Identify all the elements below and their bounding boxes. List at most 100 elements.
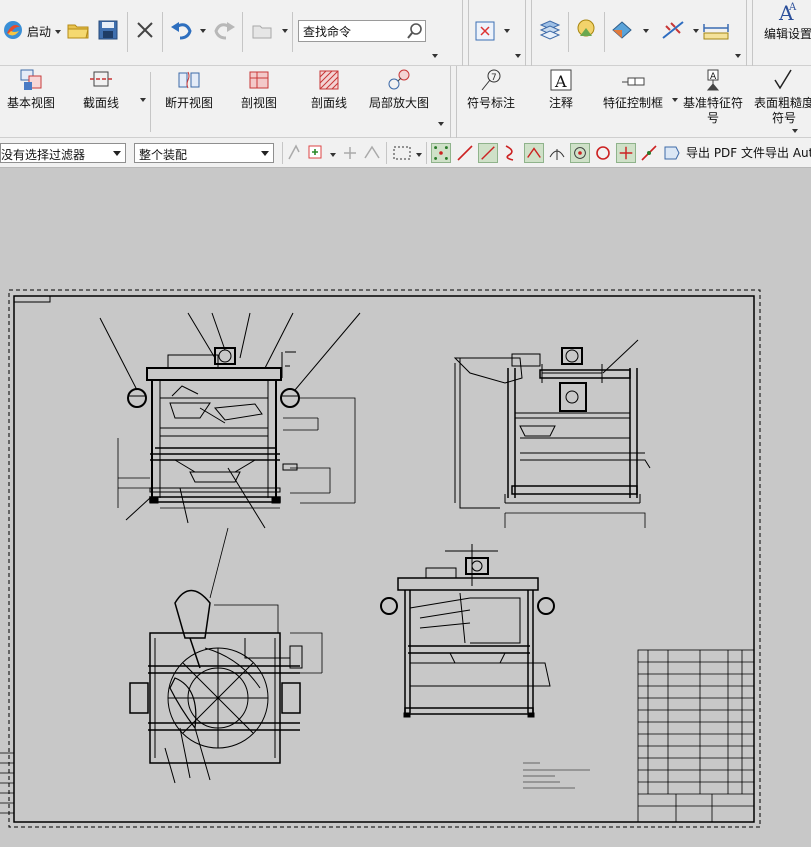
selection-dropdown-icon[interactable]: [330, 153, 336, 157]
section-line-icon: [90, 71, 112, 87]
add-selection-icon[interactable]: [306, 143, 326, 163]
title-block: [637, 649, 755, 823]
start-label: 启动: [27, 25, 52, 39]
undo-dropdown-icon[interactable]: [200, 29, 206, 33]
detail-view-button[interactable]: 局部放大图: [366, 68, 432, 111]
assembly-filter-select[interactable]: 整个装配: [134, 143, 274, 163]
export-pdf-icon[interactable]: [662, 143, 682, 163]
sheet-border: [13, 295, 755, 823]
symbol-annotation-button[interactable]: 7 符号标注: [460, 68, 522, 111]
snap-dropdown-icon[interactable]: [693, 29, 699, 33]
section-line-button[interactable]: 截面线: [70, 68, 132, 111]
front-view: [99, 312, 361, 529]
redo-icon[interactable]: [212, 19, 236, 41]
view-dropdown-icon[interactable]: [504, 29, 510, 33]
export-pdf-label[interactable]: 导出 PDF 文件: [686, 144, 765, 161]
base-view-icon: [20, 69, 42, 90]
note-button[interactable]: A 注释: [532, 68, 590, 111]
surface-roughness-label: 表面粗糙度符号: [753, 96, 811, 125]
render-style-icon[interactable]: [610, 19, 634, 41]
point-on-curve-icon[interactable]: [616, 143, 636, 163]
view-group-dropdown-icon[interactable]: [515, 54, 521, 58]
drawing-canvas[interactable]: [0, 168, 811, 847]
arc-center-icon[interactable]: [547, 143, 567, 163]
datum-feature-button[interactable]: A 基准特征符号: [682, 68, 744, 126]
measure-ruler-icon[interactable]: [702, 20, 730, 42]
close-icon[interactable]: [135, 20, 155, 40]
render-dropdown-icon[interactable]: [643, 29, 649, 33]
base-view-button[interactable]: 基本视图: [0, 68, 62, 111]
tangent-icon[interactable]: [639, 143, 659, 163]
left-index-marks: [0, 752, 14, 814]
recent-files-icon[interactable]: [250, 19, 274, 41]
views-group-dropdown-icon[interactable]: [438, 122, 444, 126]
deselect-icon[interactable]: [340, 143, 360, 163]
note-label: 注释: [548, 96, 573, 110]
hatch-label: 剖面线: [310, 96, 347, 110]
hatch-icon: [319, 70, 339, 90]
open-folder-icon[interactable]: [66, 19, 90, 41]
back-view: [380, 544, 555, 718]
intersection-icon[interactable]: [524, 143, 544, 163]
snap-point-icon[interactable]: [431, 143, 451, 163]
hatch-button[interactable]: 剖面线: [298, 68, 360, 111]
rectangle-select-icon[interactable]: [392, 143, 412, 163]
assembly-filter-value: 整个装配: [139, 148, 188, 162]
start-menu-button[interactable]: 启动: [0, 18, 62, 44]
save-icon[interactable]: [97, 19, 119, 41]
endpoint-icon[interactable]: [455, 143, 475, 163]
section-line-label: 截面线: [82, 96, 119, 110]
search-icon[interactable]: [406, 22, 424, 40]
svg-text:7: 7: [491, 73, 497, 83]
chevron-down-icon: [261, 151, 269, 156]
svg-text:A: A: [788, 2, 797, 13]
recent-dropdown-icon[interactable]: [282, 29, 288, 33]
type-filter-value: 没有选择过滤器: [1, 148, 86, 162]
type-filter-select[interactable]: 没有选择过滤器: [0, 143, 126, 163]
side-view: [453, 339, 651, 528]
start-icon: [4, 21, 22, 39]
top-view: [129, 527, 323, 784]
display-settings-icon[interactable]: [574, 18, 598, 42]
section-dropdown-icon[interactable]: [140, 98, 146, 102]
select-all-icon[interactable]: [362, 143, 382, 163]
section-view-button[interactable]: 剖视图: [228, 68, 290, 111]
note-text-icon: A: [550, 69, 572, 91]
midpoint-icon[interactable]: [478, 143, 498, 163]
sheet-dashed-boundary: [8, 289, 761, 828]
detail-view-icon: [388, 69, 410, 90]
surface-finish-icon: [774, 69, 792, 90]
datum-icon: A: [706, 69, 720, 91]
fit-view-icon[interactable]: [474, 20, 496, 42]
control-point-icon[interactable]: [501, 143, 521, 163]
undo-icon[interactable]: [170, 19, 194, 41]
edit-settings-button[interactable]: A A 编辑设置: [758, 0, 811, 42]
layer-settings-icon[interactable]: [539, 19, 561, 41]
measure-dropdown-icon[interactable]: [735, 54, 741, 58]
surface-roughness-button[interactable]: 表面粗糙度符号: [752, 68, 811, 126]
drawing-sheet[interactable]: [0, 168, 811, 847]
export-auto-label[interactable]: 导出 Auto: [765, 144, 811, 161]
select-mode-dropdown-icon[interactable]: [416, 153, 422, 157]
balloon-icon: 7: [481, 69, 501, 91]
symbol-annotation-label: 符号标注: [466, 96, 515, 110]
base-view-label: 基本视图: [6, 96, 55, 110]
feature-frame-icon: [622, 77, 645, 86]
search-dropdown-icon[interactable]: [432, 54, 438, 58]
chevron-down-icon: [55, 30, 61, 34]
quadrant-point-icon[interactable]: [593, 143, 613, 163]
snap-icon[interactable]: [660, 18, 686, 42]
break-view-button[interactable]: 断开视图: [158, 68, 220, 111]
annotation-group-dropdown-icon[interactable]: [792, 129, 798, 133]
drawing-toolbar: 基本视图 截面线 断开视图 剖视图 剖面线 局部放大图 7 符号标注 A 注释 …: [0, 66, 811, 138]
circle-center-icon[interactable]: [570, 143, 590, 163]
select-within-icon[interactable]: [286, 143, 306, 163]
section-view-label: 剖视图: [240, 96, 277, 110]
section-view-icon: [249, 71, 269, 89]
feature-control-frame-button[interactable]: 特征控制框: [598, 68, 668, 111]
technical-notes: [523, 762, 590, 789]
edit-text-icon: A A: [778, 1, 797, 24]
selection-toolbar: 没有选择过滤器 整个装配 导出 PDF 文件 导出 Aut: [0, 138, 811, 168]
gdt-dropdown-icon[interactable]: [672, 98, 678, 102]
datum-feature-label: 基准特征符号: [682, 96, 743, 125]
